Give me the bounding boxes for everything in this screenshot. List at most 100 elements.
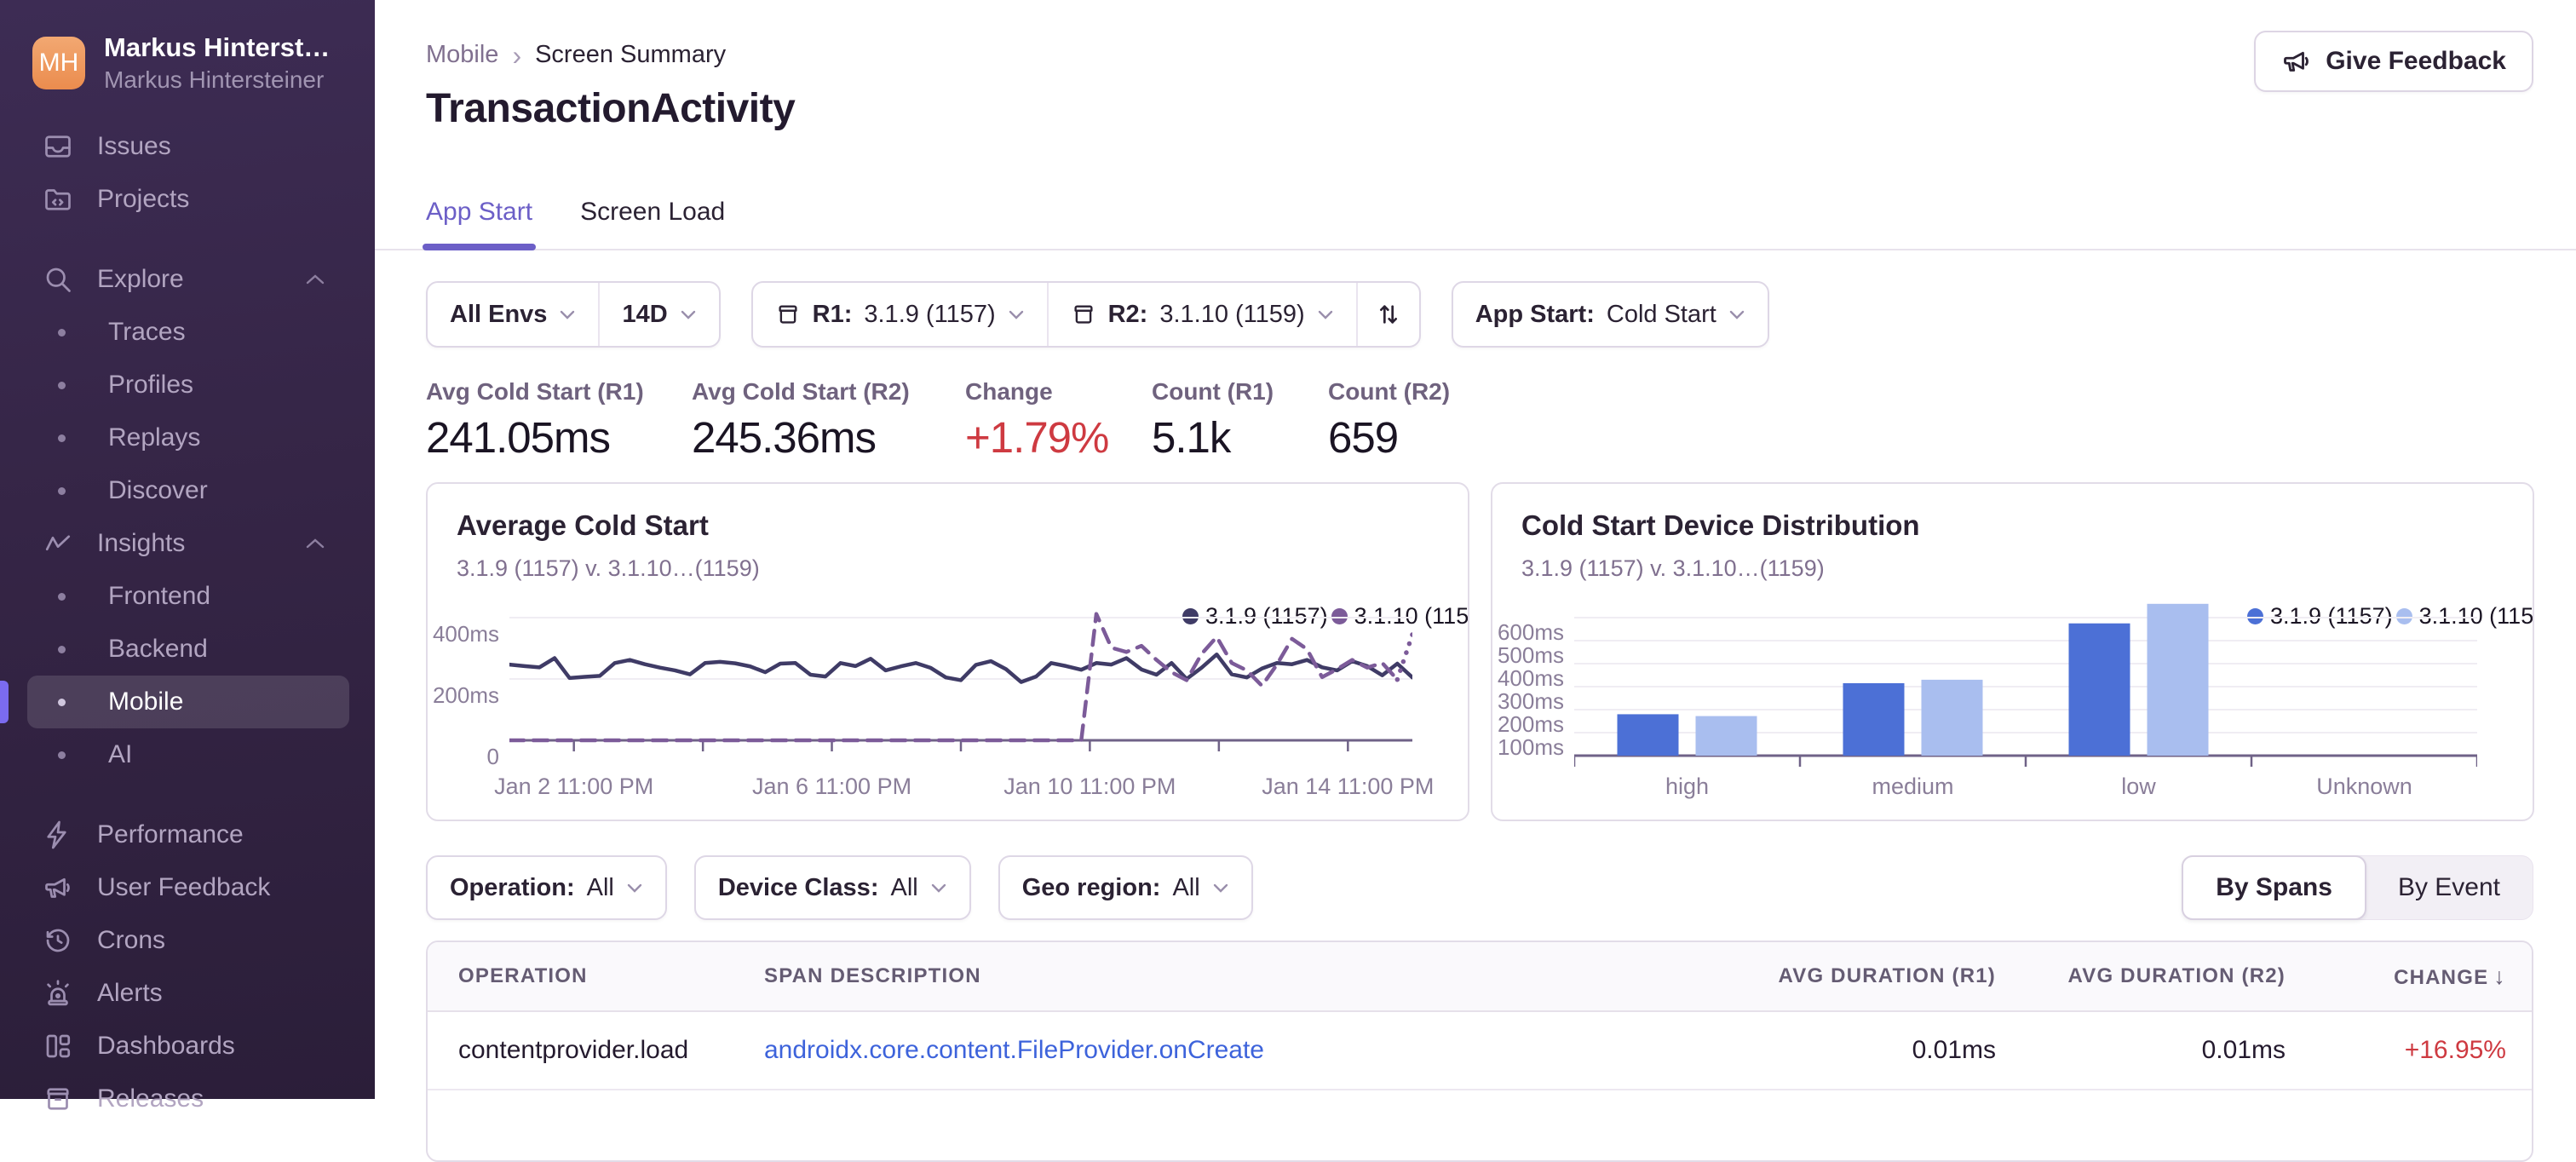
category-label: high xyxy=(1665,774,1709,800)
release-1-selector[interactable]: R1: 3.1.9 (1157) xyxy=(753,283,1047,346)
device-class-filter[interactable]: Device Class: All xyxy=(694,855,971,920)
y-tick-label: 500ms xyxy=(1492,642,1564,669)
device-distribution-chart-card: Cold Start Device Distribution 3.1.9 (11… xyxy=(1491,482,2534,821)
app-start-type-selector[interactable]: App Start: Cold Start xyxy=(1453,283,1768,346)
dashboards-icon xyxy=(43,1031,73,1061)
stat-count-r1: Count (R1) 5.1k xyxy=(1152,378,1328,463)
span-filter-bar: Operation: All Device Class: All Geo reg… xyxy=(426,855,1253,920)
stat-count-r2: Count (R2) 659 xyxy=(1328,378,1464,463)
sidebar-item-profiles[interactable]: Profiles xyxy=(27,359,349,411)
sidebar-nav: Issues Projects Explore Traces Profiles … xyxy=(0,120,375,1125)
y-tick-label: 200ms xyxy=(1492,711,1564,738)
sidebar-item-dashboards[interactable]: Dashboards xyxy=(27,1020,349,1073)
chevron-down-icon xyxy=(1728,309,1745,320)
column-operation[interactable]: OPERATION xyxy=(428,964,764,988)
sidebar-group-explore[interactable]: Explore xyxy=(27,253,349,306)
toggle-by-event[interactable]: By Event xyxy=(2366,856,2533,919)
give-feedback-button[interactable]: Give Feedback xyxy=(2254,31,2533,92)
user-menu[interactable]: MH Markus Hinterst… Markus Hintersteiner xyxy=(32,32,351,94)
release-box-icon xyxy=(1071,302,1096,327)
release-compare-group: R1: 3.1.9 (1157) R2: 3.1.10 (1159) xyxy=(751,281,1421,348)
environment-selector[interactable]: All Envs xyxy=(428,283,598,346)
stat-avg-cold-start-r1: Avg Cold Start (R1) 241.05ms xyxy=(426,378,692,463)
sidebar-group-insights[interactable]: Insights xyxy=(27,517,349,570)
page-title: TransactionActivity xyxy=(426,85,795,132)
sidebar-item-mobile[interactable]: Mobile xyxy=(27,676,349,728)
stat-avg-cold-start-r2: Avg Cold Start (R2) 245.36ms xyxy=(692,378,965,463)
table-header: OPERATION SPAN DESCRIPTION AVG DURATION … xyxy=(428,942,2532,1012)
toggle-by-spans[interactable]: By Spans xyxy=(2182,855,2366,920)
spans-event-toggle: By Spans By Event xyxy=(2182,855,2533,920)
app-start-type-group: App Start: Cold Start xyxy=(1452,281,1769,348)
projects-icon xyxy=(43,184,73,215)
tab-screen-load[interactable]: Screen Load xyxy=(580,191,725,249)
x-tick-label: Jan 2 11:00 PM xyxy=(494,774,653,800)
env-date-filter-group: All Envs 14D xyxy=(426,281,721,348)
tab-app-start[interactable]: App Start xyxy=(426,191,532,249)
sidebar-item-alerts[interactable]: Alerts xyxy=(27,967,349,1020)
cell-operation: contentprovider.load xyxy=(428,1036,764,1065)
chevron-up-icon xyxy=(305,273,325,285)
swap-icon xyxy=(1375,301,1402,328)
chevron-up-icon xyxy=(305,538,325,549)
search-icon xyxy=(43,264,73,295)
chevron-down-icon xyxy=(930,883,947,894)
category-label: low xyxy=(2121,774,2156,800)
span-description-link[interactable]: androidx.core.content.FileProvider.onCre… xyxy=(764,1036,1264,1064)
breadcrumb: Mobile › Screen Summary xyxy=(426,41,726,69)
sidebar-group-label: Explore xyxy=(97,265,184,294)
tab-bar: App Start Screen Load xyxy=(375,191,2576,250)
sidebar-item-replays[interactable]: Replays xyxy=(27,411,349,464)
sidebar-item-label: Issues xyxy=(97,132,171,161)
chevron-down-icon xyxy=(1212,883,1229,894)
y-tick-label: 600ms xyxy=(1492,619,1564,646)
sidebar-item-traces[interactable]: Traces xyxy=(27,306,349,359)
x-tick-label: Jan 6 11:00 PM xyxy=(752,774,911,800)
chevron-down-icon xyxy=(680,309,697,320)
sidebar-item-user-feedback[interactable]: User Feedback xyxy=(27,861,349,914)
geo-region-filter[interactable]: Geo region: All xyxy=(998,855,1253,920)
sidebar-item-performance[interactable]: Performance xyxy=(27,808,349,861)
sidebar-item-projects[interactable]: Projects xyxy=(27,173,349,226)
column-avg-duration-r2[interactable]: AVG DURATION (R2) xyxy=(1996,964,2286,988)
swap-releases-button[interactable] xyxy=(1356,283,1419,346)
column-avg-duration-r1[interactable]: AVG DURATION (R1) xyxy=(1689,964,1996,988)
avatar: MH xyxy=(32,37,85,89)
megaphone-icon xyxy=(2281,46,2312,77)
bar-chart xyxy=(1574,586,2477,769)
bullet-icon xyxy=(58,646,66,653)
bullet-icon xyxy=(58,593,66,601)
chevron-down-icon xyxy=(1317,309,1334,320)
sidebar-item-ai[interactable]: AI xyxy=(27,728,349,781)
sidebar-item-frontend[interactable]: Frontend xyxy=(27,570,349,623)
sidebar-item-backend[interactable]: Backend xyxy=(27,623,349,676)
operation-filter[interactable]: Operation: All xyxy=(426,855,667,920)
user-org: Markus Hintersteiner xyxy=(104,66,330,94)
stat-change: Change +1.79% xyxy=(965,378,1152,463)
sidebar-item-issues[interactable]: Issues xyxy=(27,120,349,173)
issues-icon xyxy=(43,131,73,162)
x-tick-label: Jan 10 11:00 PM xyxy=(1003,774,1176,800)
release-2-selector[interactable]: R2: 3.1.10 (1159) xyxy=(1047,283,1356,346)
column-change[interactable]: CHANGE↓ xyxy=(2286,964,2532,990)
bullet-icon xyxy=(58,329,66,337)
y-axis-labels: 0200ms400ms xyxy=(428,484,499,820)
y-tick-label: 0 xyxy=(428,744,499,770)
chevron-down-icon xyxy=(559,309,576,320)
column-span-description[interactable]: SPAN DESCRIPTION xyxy=(764,964,1689,988)
breadcrumb-mobile[interactable]: Mobile xyxy=(426,41,498,69)
y-tick-label: 300ms xyxy=(1492,688,1564,715)
sidebar-item-crons[interactable]: Crons xyxy=(27,914,349,967)
spans-table: OPERATION SPAN DESCRIPTION AVG DURATION … xyxy=(426,941,2533,1162)
megaphone-icon xyxy=(43,872,73,903)
x-tick-label: Jan 14 11:00 PM xyxy=(1262,774,1434,800)
y-tick-label: 400ms xyxy=(428,621,499,647)
cell-avg-duration-r1: 0.01ms xyxy=(1689,1036,1996,1065)
user-name: Markus Hinterst… xyxy=(104,32,330,63)
date-range-selector[interactable]: 14D xyxy=(598,283,718,346)
bullet-icon xyxy=(58,382,66,389)
lightning-icon xyxy=(43,820,73,850)
sidebar-item-discover[interactable]: Discover xyxy=(27,464,349,517)
sidebar-item-releases[interactable]: Releases xyxy=(27,1073,349,1125)
siren-icon xyxy=(43,978,73,1009)
